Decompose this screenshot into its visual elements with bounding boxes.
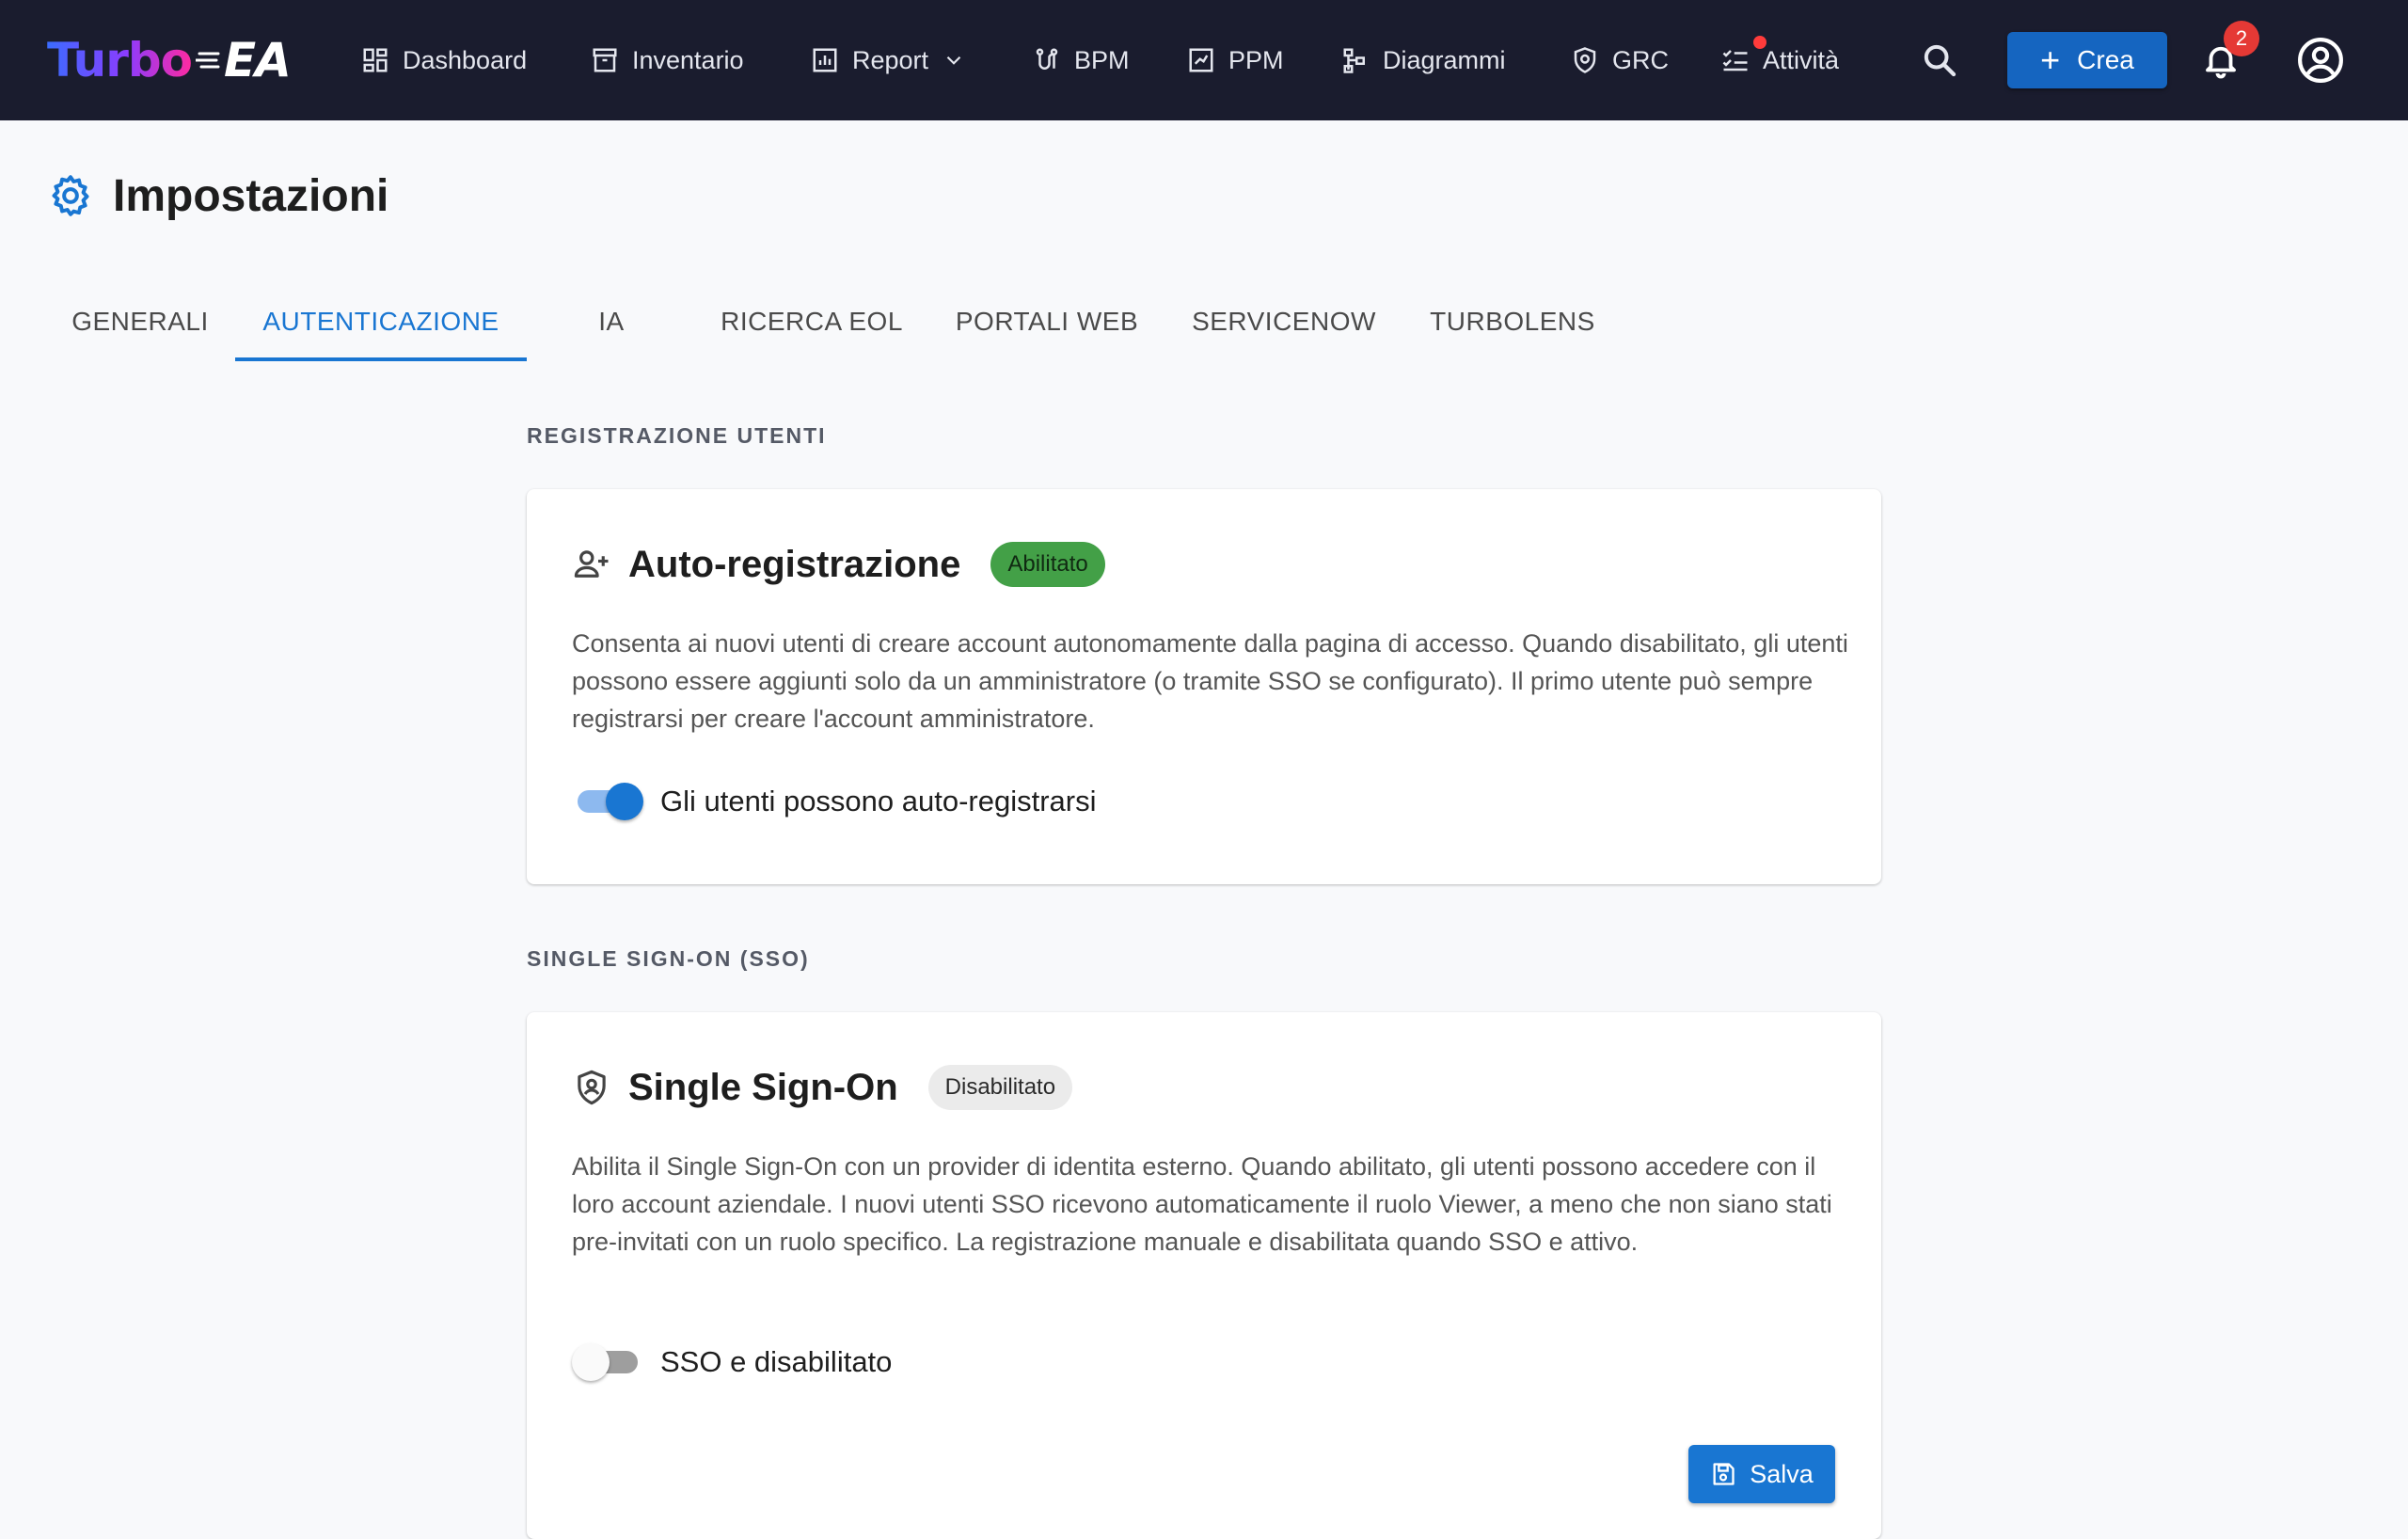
nav-diagrammi[interactable]: Diagrammi [1341,0,1506,120]
gear-icon [52,175,89,216]
app-logo[interactable]: Turbo EA [47,32,292,88]
security-shield-icon [578,1070,606,1105]
page-title: Impostazioni [113,170,389,221]
status-badge-disabled: Disabilitato [927,1065,1073,1110]
notification-count-badge: 2 [2224,21,2259,56]
switch-thumb [606,783,643,820]
nav-bpm-label: BPM [1074,45,1130,74]
shield-icon [1574,47,1596,73]
sso-card: Single Sign-On Disabilitato Abilita il S… [527,1012,1881,1539]
sso-switch[interactable] [572,1341,643,1383]
account-avatar-icon[interactable] [2297,37,2344,84]
logo-ea-text: EA [224,33,292,87]
save-floppy-icon [1713,1463,1735,1485]
save-button-label: Salva [1750,1459,1814,1488]
sso-toggle[interactable]: SSO e disabilitato [572,1341,892,1383]
tab-turbolens[interactable]: TURBOLENS [1417,282,1608,361]
tab-ricerca-eol[interactable]: RICERCA EOL [707,282,916,361]
nav-grc-label: GRC [1612,45,1669,74]
sso-toggle-label: SSO e disabilitato [660,1345,893,1378]
nav-attivita[interactable]: Attività [1721,0,1839,120]
person-add-icon [574,550,609,578]
tab-ia[interactable]: IA [527,282,696,361]
tasks-icon [1722,50,1748,71]
top-navigation-bar: Turbo EA Dashboard Inventario Report BPM… [0,0,2408,120]
create-button-label: Crea [2077,45,2134,74]
plus-icon: + [2040,40,2061,79]
nav-inventario[interactable]: Inventario [591,0,744,120]
logo-turbo-text: Turbo [47,33,193,87]
nav-grc[interactable]: GRC [1571,0,1669,120]
sso-title: Single Sign-On [628,1066,898,1108]
nav-ppm-label: PPM [1228,45,1284,74]
nav-ppm[interactable]: PPM [1187,0,1284,120]
report-icon [813,48,837,72]
nav-attivita-label: Attività [1763,45,1840,74]
page-header: Impostazioni [47,169,388,222]
self-registration-toggle[interactable]: Gli utenti possono auto-registrarsi [572,781,1097,822]
activity-indicator-dot [1753,36,1766,49]
self-registration-toggle-label: Gli utenti possono auto-registrarsi [660,785,1097,817]
chevron-down-icon [946,56,961,65]
speed-lines-icon [196,52,220,69]
nav-bpm[interactable]: BPM [1033,0,1130,120]
nav-diagrammi-label: Diagrammi [1383,45,1506,74]
self-registration-switch[interactable] [572,781,643,822]
diagram-icon [1343,48,1365,73]
sso-description: Abilita il Single Sign-On con un provide… [572,1152,1832,1256]
status-badge-enabled: Abilitato [990,542,1105,587]
create-button[interactable]: + Crea [2007,32,2167,88]
inventory-icon [593,48,617,72]
settings-tabs: GENERALI AUTENTICAZIONE IA RICERCA EOL P… [0,282,1693,361]
nav-inventario-label: Inventario [632,45,744,74]
nav-report[interactable]: Report [811,0,966,120]
auto-registration-header: Auto-registrazione Abilitato [572,542,1105,587]
nav-report-label: Report [852,45,929,74]
dashboard-icon [363,48,388,72]
ppm-icon [1189,48,1213,72]
registration-section-label: REGISTRAZIONE UTENTI [527,423,827,448]
tab-autenticazione[interactable]: AUTENTICAZIONE [235,282,527,361]
bpm-icon [1036,48,1058,70]
sso-section-label: SINGLE SIGN-ON (SSO) [527,946,810,971]
auto-registration-description: Consenta ai nuovi utenti di creare accou… [572,629,1848,733]
switch-thumb [572,1343,610,1381]
auto-registration-card: Auto-registrazione Abilitato Consenta ai… [527,489,1881,884]
nav-dashboard[interactable]: Dashboard [361,0,527,120]
tab-portali-web[interactable]: PORTALI WEB [943,282,1151,361]
nav-dashboard-label: Dashboard [403,45,528,74]
tab-servicenow[interactable]: SERVICENOW [1185,282,1383,361]
sso-header: Single Sign-On Disabilitato [572,1065,1073,1110]
tab-generali[interactable]: GENERALI [47,282,233,361]
search-icon[interactable] [1921,41,1958,79]
auto-registration-title: Auto-registrazione [628,543,961,585]
save-button[interactable]: Salva [1688,1445,1835,1503]
